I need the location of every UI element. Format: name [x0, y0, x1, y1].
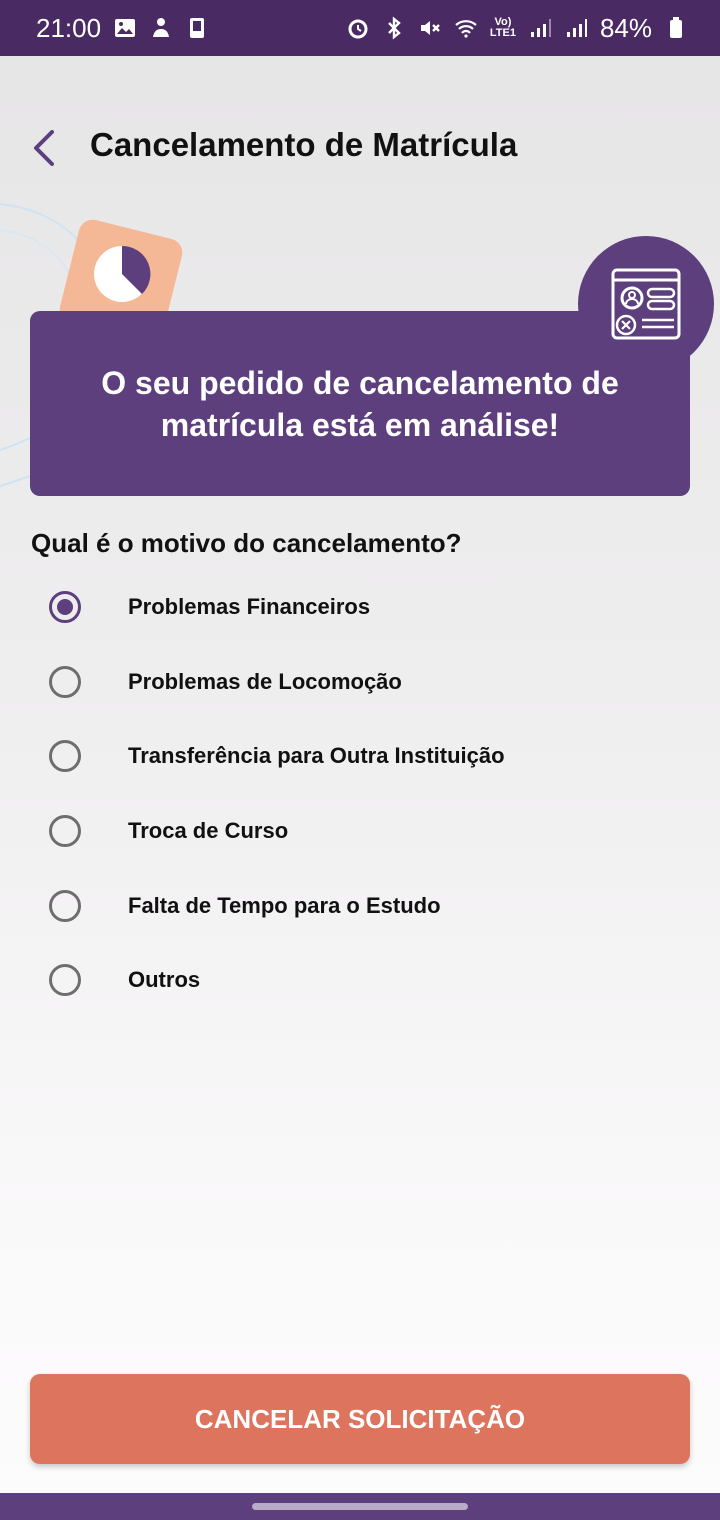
option-problemas-locomocao[interactable]: Problemas de Locomoção: [0, 645, 720, 720]
page-title: Cancelamento de Matrícula: [90, 126, 518, 163]
wifi-icon: [454, 16, 478, 40]
signal-icon: [564, 16, 588, 40]
option-label: Problemas Financeiros: [128, 594, 371, 620]
status-left: 21:00: [36, 13, 209, 44]
home-gesture-handle[interactable]: [252, 1503, 468, 1510]
option-label: Troca de Curso: [128, 818, 289, 844]
radio-button-selected[interactable]: [49, 591, 81, 624]
signal-icon: [528, 16, 552, 40]
back-button[interactable]: [24, 126, 64, 170]
radio-button[interactable]: [49, 889, 81, 922]
reason-options: Problemas Financeiros Problemas de Locom…: [0, 570, 720, 1018]
option-label: Transferência para Outra Instituição: [128, 743, 505, 769]
banner-message: O seu pedido de cancelamento de matrícul…: [101, 364, 619, 443]
battery-icon: [664, 16, 688, 40]
person-icon: [149, 16, 173, 40]
option-troca-curso[interactable]: Troca de Curso: [0, 794, 720, 869]
battery-percent: 84%: [599, 12, 652, 43]
bluetooth-icon: [382, 16, 406, 40]
lte-indicator: Vo) LTE1: [490, 17, 516, 39]
app-bar: Cancelamento de Matrícula: [0, 112, 720, 184]
option-transferencia[interactable]: Transferência para Outra Instituição: [0, 719, 720, 794]
phone-app-icon: [185, 16, 209, 40]
alarm-icon: [346, 16, 370, 40]
option-problemas-financeiros[interactable]: Problemas Financeiros: [0, 570, 720, 645]
status-time: 21:00: [36, 12, 102, 43]
option-falta-tempo[interactable]: Falta de Tempo para o Estudo: [0, 868, 720, 943]
radio-button[interactable]: [49, 815, 81, 848]
mute-icon: [418, 16, 442, 40]
option-outros[interactable]: Outros: [0, 943, 720, 1018]
radio-button[interactable]: [49, 740, 81, 773]
gallery-icon: [113, 16, 137, 40]
lte-label-bottom: LTE1: [489, 27, 516, 39]
cancel-request-button[interactable]: CANCELAR SOLICITAÇÃO: [30, 1374, 690, 1464]
radio-button[interactable]: [49, 665, 81, 698]
option-label: Falta de Tempo para o Estudo: [128, 892, 441, 918]
document-badge: [578, 236, 714, 372]
radio-dot: [57, 599, 73, 616]
document-cancel-icon: [611, 268, 681, 340]
option-label: Problemas de Locomoção: [128, 668, 402, 694]
question-label: Qual é o motivo do cancelamento?: [31, 528, 462, 558]
status-right: Vo) LTE1 84%: [346, 13, 688, 44]
navigation-bar: [0, 1493, 720, 1520]
chevron-left-icon: [34, 130, 54, 166]
status-bar: 21:00 Vo) LTE1 84%: [0, 0, 720, 56]
pie-chart-icon: [94, 245, 151, 302]
option-label: Outros: [128, 967, 201, 993]
radio-button[interactable]: [49, 964, 81, 997]
